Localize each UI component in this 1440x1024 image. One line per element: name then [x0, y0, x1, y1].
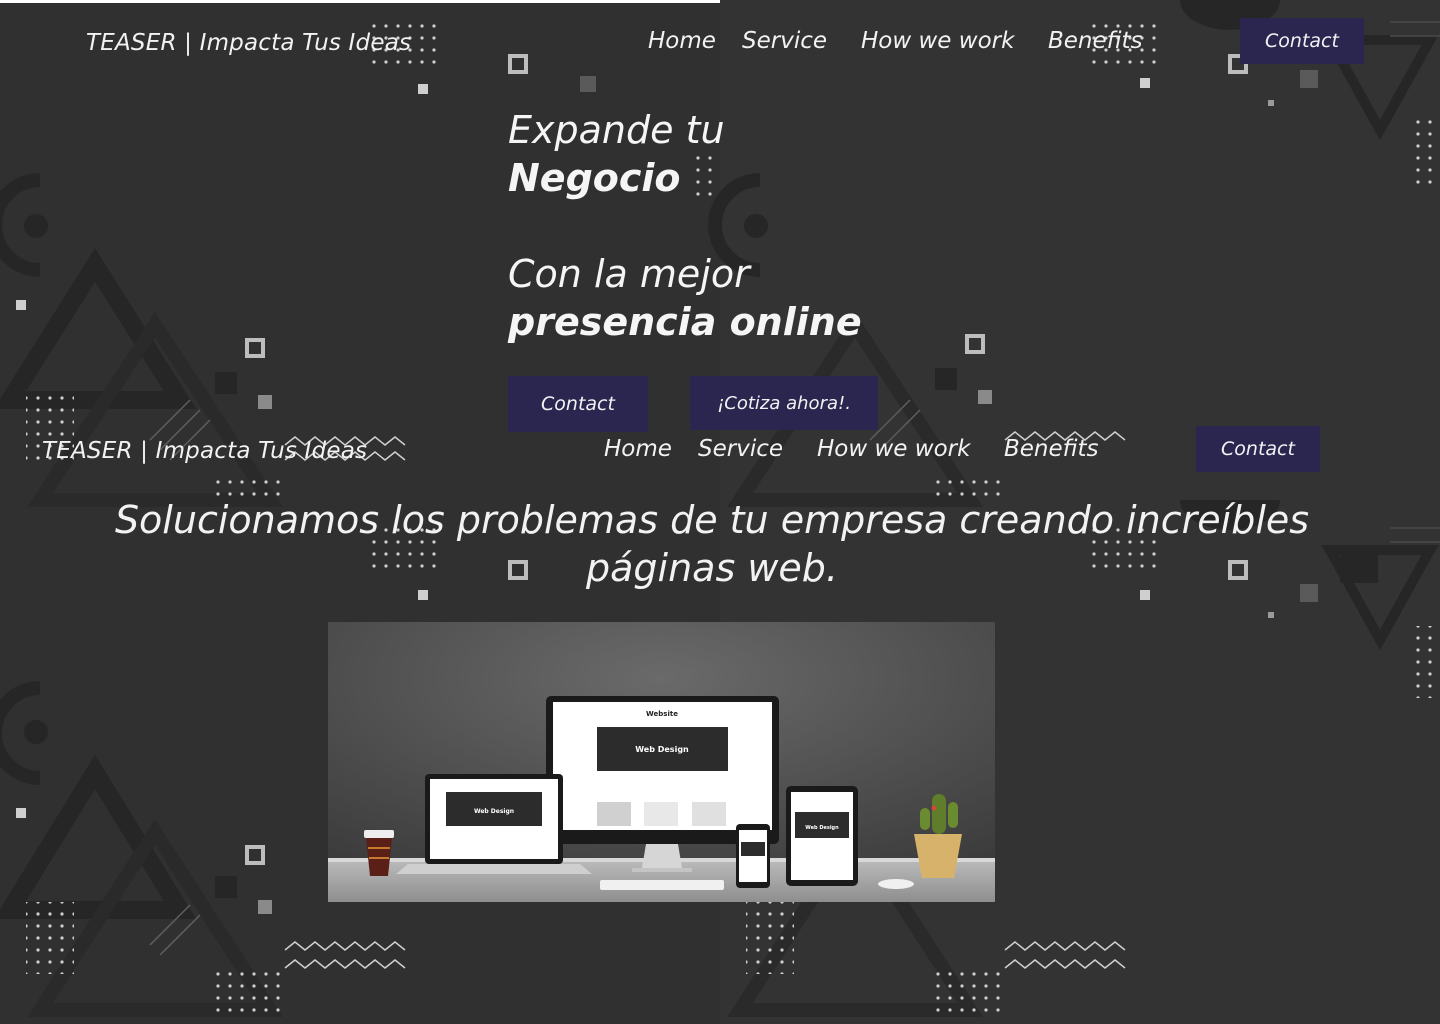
- nav-contact-button-second[interactable]: Contact: [1196, 426, 1320, 472]
- monitor-screen-title: Web Design: [635, 745, 689, 754]
- mouse: [878, 879, 914, 889]
- brand-logo-text-second[interactable]: TEASER | Impacta Tus Ideas: [42, 438, 367, 464]
- nav-link-service[interactable]: Service: [742, 28, 827, 54]
- nav-link-home-second[interactable]: Home: [604, 436, 672, 462]
- tablet-screen-title: Web Design: [805, 825, 839, 831]
- hero-line-con-la-mejor: Con la mejor: [508, 252, 750, 296]
- top-navbar: TEASER | Impacta Tus Ideas Home Service …: [0, 0, 1440, 64]
- hero-line-expande: Expande tu: [508, 108, 725, 152]
- page-root: TEASER | Impacta Tus Ideas Home Service …: [0, 0, 1440, 1024]
- hero-line-presencia-online: presencia online: [508, 300, 862, 344]
- nav-link-service-second[interactable]: Service: [698, 436, 783, 462]
- brand-logo-text[interactable]: TEASER | Impacta Tus Ideas: [86, 30, 411, 56]
- laptop-screen-title: Web Design: [474, 808, 514, 815]
- services-tagline: Solucionamos los problemas de tu empresa…: [114, 498, 1310, 590]
- laptop-device: Web Design: [396, 774, 592, 874]
- keyboard: [600, 880, 724, 890]
- web-design-devices-image: Website Web Design Web Design Web Design: [328, 622, 995, 902]
- nav-link-how-we-work[interactable]: How we work: [861, 28, 1014, 54]
- nav-link-benefits[interactable]: Benefits: [1048, 28, 1143, 54]
- nav-contact-button[interactable]: Contact: [1240, 18, 1364, 64]
- nav-link-benefits-second[interactable]: Benefits: [1004, 436, 1099, 462]
- phone-device: [736, 824, 770, 888]
- nav-link-home[interactable]: Home: [648, 28, 716, 54]
- tablet-device: Web Design: [786, 786, 858, 886]
- nav-link-how-we-work-second[interactable]: How we work: [817, 436, 970, 462]
- monitor-brand-text: Website: [646, 710, 678, 718]
- hero-line-negocio: Negocio: [508, 156, 681, 200]
- second-navbar: TEASER | Impacta Tus Ideas Home Service …: [0, 410, 1440, 472]
